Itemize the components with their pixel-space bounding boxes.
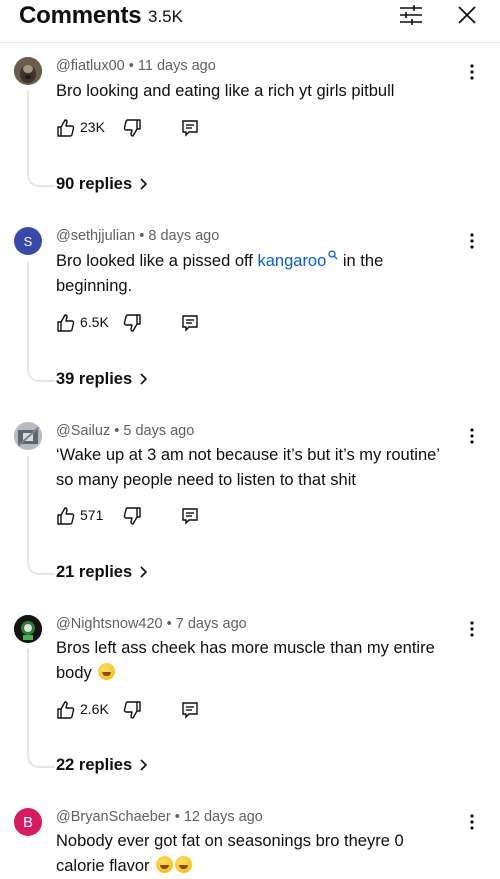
close-button[interactable] xyxy=(456,4,478,26)
comment-actions: 571 xyxy=(56,504,256,528)
comment-text: Nobody ever got fat on seasonings bro th… xyxy=(56,829,451,879)
comment-text-part: Nobody ever got fat on seasonings bro th… xyxy=(56,832,404,875)
comment-menu-button[interactable] xyxy=(462,426,482,446)
avatar[interactable] xyxy=(14,615,42,643)
dog-photo-icon xyxy=(14,57,42,85)
thumbs-up-icon xyxy=(57,314,75,332)
reply-button[interactable] xyxy=(180,506,200,526)
close-icon xyxy=(458,6,476,24)
search-link[interactable]: kangaroo xyxy=(257,250,338,270)
comment-meta: @fiatlux00 • 11 days ago xyxy=(56,58,216,74)
more-vertical-icon xyxy=(470,428,474,444)
comment-meta: @Sailuz • 5 days ago xyxy=(56,423,195,439)
thread-line xyxy=(27,456,55,575)
comment-meta: @Nightsnow420 • 7 days ago xyxy=(56,616,247,632)
comment-meta: @sethjjulian • 8 days ago xyxy=(56,228,220,244)
panel-title: Comments xyxy=(19,2,142,29)
view-replies-link[interactable]: 39 replies xyxy=(56,370,148,389)
comment-reply-icon xyxy=(182,702,198,719)
dislike-button[interactable] xyxy=(122,700,142,720)
replies-count: 90 replies xyxy=(56,175,133,193)
reply-button[interactable] xyxy=(180,700,200,720)
comment-author[interactable]: @sethjjulian xyxy=(56,228,135,244)
sort-filter-button[interactable] xyxy=(398,4,424,26)
comment-text: Bro looking and eating like a rich yt gi… xyxy=(56,82,395,100)
comment-text: Bros left ass cheek has more muscle than… xyxy=(56,636,451,686)
view-replies-link[interactable]: 21 replies xyxy=(56,563,148,582)
comment-reply-icon xyxy=(182,315,198,332)
comment-age: 8 days ago xyxy=(148,228,220,244)
thumbs-down-icon xyxy=(123,119,141,137)
avatar-letter: B xyxy=(22,813,33,831)
more-vertical-icon xyxy=(470,621,474,637)
reply-button[interactable] xyxy=(180,313,200,333)
chevron-right-icon xyxy=(140,178,148,190)
comment-text: Bro looked like a pissed off kangaroo in… xyxy=(56,249,436,299)
sliders-icon xyxy=(400,5,422,25)
avatar[interactable] xyxy=(14,57,42,85)
comment-author[interactable]: @Sailuz xyxy=(56,423,110,439)
thread-line xyxy=(27,649,55,768)
tears-of-joy-emoji-icon xyxy=(175,856,193,873)
replies-count: 21 replies xyxy=(56,563,133,581)
more-vertical-icon xyxy=(470,64,474,80)
comment-text: ‘Wake up at 3 am not because it’s but it… xyxy=(56,446,440,489)
comment-menu-button[interactable] xyxy=(462,231,482,251)
dislike-button[interactable] xyxy=(122,506,142,526)
comment-count: 3.5K xyxy=(148,7,183,26)
comment-age: 12 days ago xyxy=(183,809,263,825)
search-icon xyxy=(328,250,338,260)
comment-age: 5 days ago xyxy=(123,423,195,439)
thread-line xyxy=(27,91,55,187)
thumbs-up-icon xyxy=(57,507,75,525)
comment-actions: 23K xyxy=(56,116,256,140)
like-count: 571 xyxy=(80,507,104,523)
chevron-right-icon xyxy=(140,566,148,578)
comment-text-part: Bro looked like a pissed off xyxy=(56,252,258,270)
view-replies-link[interactable]: 22 replies xyxy=(56,756,148,775)
avatar-letter: S xyxy=(23,233,33,249)
search-link-text: kangaroo xyxy=(257,252,327,270)
comment-reply-icon xyxy=(182,120,198,137)
thumbs-down-icon xyxy=(123,314,141,332)
replies-count: 22 replies xyxy=(56,756,133,774)
dislike-button[interactable] xyxy=(122,313,142,333)
like-count: 23K xyxy=(80,119,105,135)
chevron-right-icon xyxy=(140,373,148,385)
comment-actions: 6.5K xyxy=(56,311,256,335)
comment-menu-button[interactable] xyxy=(462,619,482,639)
comment-reply-icon xyxy=(182,508,198,525)
comments-header: Comments 3.5K xyxy=(0,0,500,43)
avatar[interactable]: S xyxy=(14,227,42,255)
comment-author[interactable]: @BryanSchaeber xyxy=(56,809,171,825)
like-count: 6.5K xyxy=(80,314,109,330)
avatar[interactable]: B xyxy=(14,808,42,836)
replies-count: 39 replies xyxy=(56,370,133,388)
comment-actions: 2.6K xyxy=(56,698,256,722)
thumbs-up-icon xyxy=(57,119,75,137)
like-count: 2.6K xyxy=(80,701,109,717)
comment-menu-button[interactable] xyxy=(462,62,482,82)
tears-of-joy-emoji-icon xyxy=(156,856,174,873)
comment-menu-button[interactable] xyxy=(462,812,482,832)
comment-age: 11 days ago xyxy=(137,58,216,74)
more-vertical-icon xyxy=(470,814,474,830)
person-photo-icon xyxy=(14,422,42,450)
dark-photo-icon xyxy=(14,615,42,643)
chevron-right-icon xyxy=(140,759,148,771)
thumbs-down-icon xyxy=(123,701,141,719)
view-replies-link[interactable]: 90 replies xyxy=(56,175,148,194)
more-vertical-icon xyxy=(470,233,474,249)
reply-button[interactable] xyxy=(180,118,200,138)
comment-author[interactable]: @Nightsnow420 xyxy=(56,616,163,632)
rolling-laughing-emoji-icon xyxy=(98,663,116,680)
avatar[interactable] xyxy=(14,422,42,450)
thumbs-up-icon xyxy=(57,701,75,719)
comment-meta: @BryanSchaeber • 12 days ago xyxy=(56,809,263,825)
thread-line xyxy=(27,262,55,382)
dislike-button[interactable] xyxy=(122,118,142,138)
thumbs-down-icon xyxy=(123,507,141,525)
comment-age: 7 days ago xyxy=(175,616,247,632)
comment-author[interactable]: @fiatlux00 xyxy=(56,58,125,74)
